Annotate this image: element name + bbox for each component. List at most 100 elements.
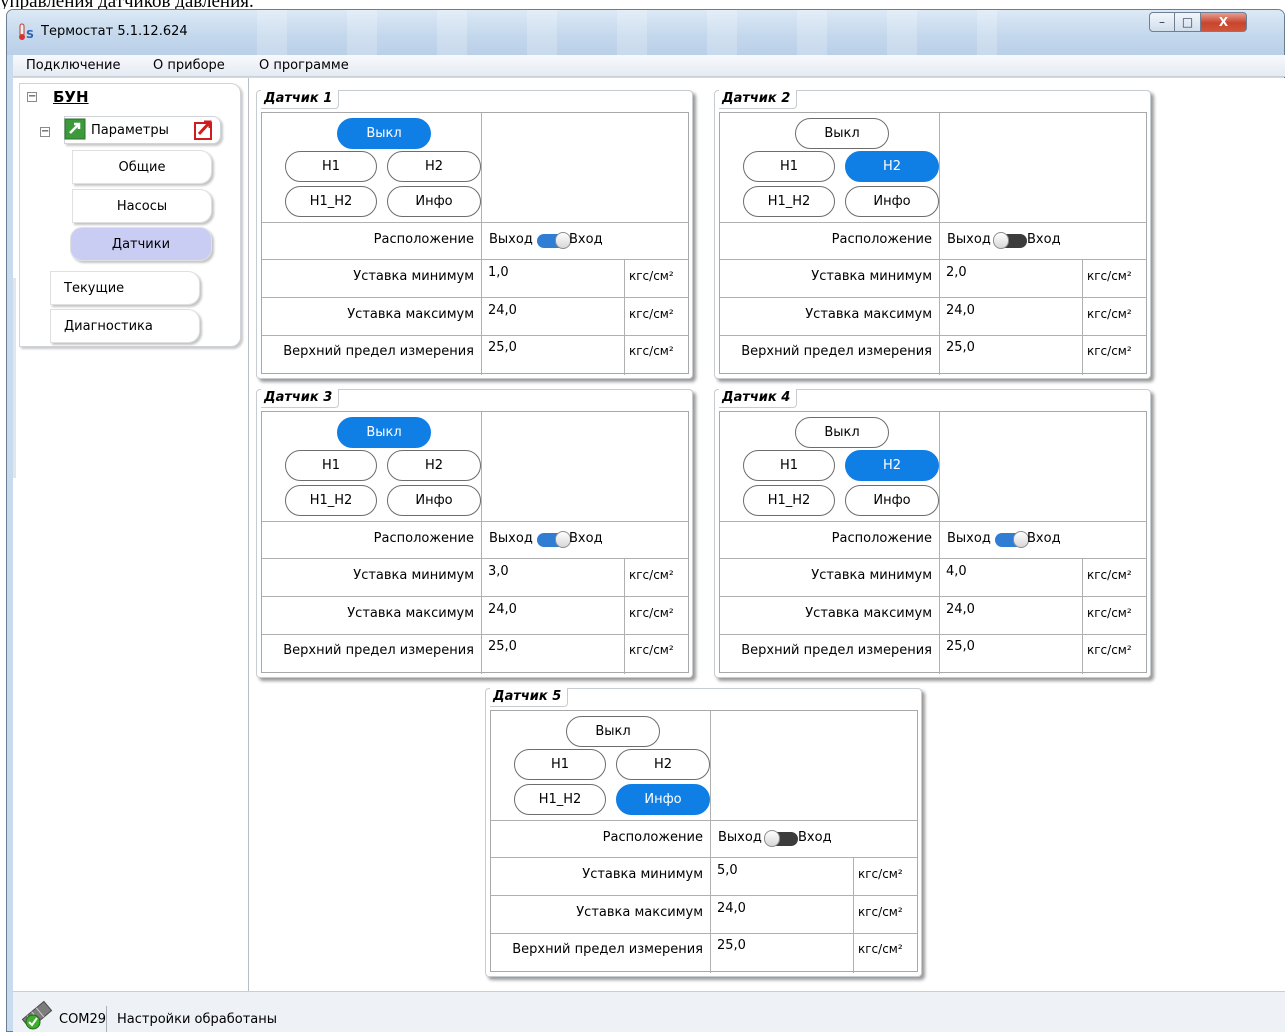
- upper-limit-label: Верхний предел измерения: [741, 643, 932, 658]
- assign-h2-button[interactable]: H2: [387, 151, 481, 182]
- sensor-title: Датчик 4: [719, 389, 798, 408]
- location-toggle[interactable]: [764, 830, 798, 847]
- set-min-label: Уставка минимум: [811, 568, 932, 583]
- assign-h1h2-button[interactable]: H1_H2: [743, 485, 835, 516]
- sensor-panel-5: Датчик 5НазначениеВыклH1H2H1_H2ИнфоРаспо…: [485, 688, 922, 977]
- assign-off-button[interactable]: Выкл: [337, 118, 431, 149]
- assign-h1-button[interactable]: H1: [514, 749, 606, 780]
- window-title: Термостат 5.1.12.624: [41, 24, 188, 39]
- connection-ok-icon: [21, 1000, 53, 1030]
- params-label[interactable]: Параметры: [91, 123, 169, 138]
- assign-h2-button[interactable]: H2: [845, 450, 939, 481]
- set-min-unit: кгс/см²: [1087, 568, 1132, 582]
- location-out-label: Выход: [718, 830, 762, 845]
- sidebar-edge: [13, 278, 16, 478]
- assign-off-button[interactable]: Выкл: [566, 716, 660, 747]
- nav-sensors[interactable]: Датчики: [70, 227, 212, 261]
- set-min-label: Уставка минимум: [353, 568, 474, 583]
- nav-general[interactable]: Общие: [72, 150, 212, 184]
- assign-h1h2-button[interactable]: H1_H2: [514, 784, 606, 815]
- set-min-input[interactable]: 2,0: [946, 265, 967, 280]
- maximize-button[interactable]: □: [1175, 12, 1201, 32]
- set-min-unit: кгс/см²: [629, 568, 674, 582]
- assign-h1h2-button[interactable]: H1_H2: [285, 186, 377, 217]
- menu-about[interactable]: О программе: [259, 58, 349, 73]
- set-min-input[interactable]: 1,0: [488, 265, 509, 280]
- toggle-knob: [764, 830, 780, 847]
- assign-off-button[interactable]: Выкл: [337, 417, 431, 448]
- row-divider: [720, 634, 1146, 635]
- location-toggle[interactable]: [537, 531, 571, 548]
- upper-limit-label: Верхний предел измерения: [741, 344, 932, 359]
- assign-off-button[interactable]: Выкл: [795, 118, 889, 149]
- nav-current[interactable]: Текущие: [50, 271, 200, 305]
- upper-limit-unit: кгс/см²: [629, 344, 674, 358]
- row-divider: [720, 222, 1146, 223]
- assign-info-button[interactable]: Инфо: [845, 186, 939, 217]
- assign-h1h2-button[interactable]: H1_H2: [743, 186, 835, 217]
- assign-h1-button[interactable]: H1: [285, 450, 377, 481]
- set-min-input[interactable]: 3,0: [488, 564, 509, 579]
- row-divider: [262, 335, 688, 336]
- row-divider: [720, 596, 1146, 597]
- row-divider: [262, 297, 688, 298]
- set-max-unit: кгс/см²: [629, 307, 674, 321]
- upper-limit-label: Верхний предел измерения: [283, 344, 474, 359]
- assign-info-button[interactable]: Инфо: [387, 485, 481, 516]
- assign-off-button[interactable]: Выкл: [795, 417, 889, 448]
- location-label: Расположение: [373, 232, 474, 247]
- upper-limit-input[interactable]: 25,0: [946, 639, 975, 654]
- sensor-title: Датчик 3: [261, 389, 340, 408]
- set-max-input[interactable]: 24,0: [488, 303, 517, 318]
- upper-limit-unit: кгс/см²: [1087, 643, 1132, 657]
- location-toggle[interactable]: [995, 531, 1029, 548]
- set-max-input[interactable]: 24,0: [946, 303, 975, 318]
- assign-h1-button[interactable]: H1: [743, 450, 835, 481]
- assign-h2-button[interactable]: H2: [387, 450, 481, 481]
- location-toggle[interactable]: [993, 232, 1027, 249]
- tree-root-label[interactable]: БУН: [53, 88, 89, 106]
- nav-diagnostics[interactable]: Диагностика: [50, 309, 200, 343]
- close-button[interactable]: X: [1201, 12, 1247, 32]
- upper-limit-input[interactable]: 25,0: [717, 938, 746, 953]
- set-min-input[interactable]: 5,0: [717, 863, 738, 878]
- assign-h2-button[interactable]: H2: [616, 749, 710, 780]
- row-divider: [491, 895, 917, 896]
- location-toggle[interactable]: [537, 232, 571, 249]
- set-max-unit: кгс/см²: [629, 606, 674, 620]
- row-divider: [491, 820, 917, 821]
- title-bar[interactable]: S Термостат 5.1.12.624 – □ X: [7, 10, 1284, 55]
- menu-connection[interactable]: Подключение: [26, 58, 120, 73]
- assign-h1h2-button[interactable]: H1_H2: [285, 485, 377, 516]
- document-caption: управления датчиков давления.: [0, 0, 800, 9]
- upper-limit-input[interactable]: 25,0: [488, 340, 517, 355]
- navigation-tree: − БУН − Параметры Общие Насосы Датчики Т…: [13, 78, 249, 991]
- collapse-root-icon[interactable]: −: [27, 92, 37, 102]
- assign-info-button[interactable]: Инфо: [616, 784, 710, 815]
- sensor-title: Датчик 1: [261, 90, 340, 109]
- row-divider: [262, 596, 688, 597]
- set-max-input[interactable]: 24,0: [946, 602, 975, 617]
- assign-info-button[interactable]: Инфо: [387, 186, 481, 217]
- upper-limit-input[interactable]: 25,0: [488, 639, 517, 654]
- set-min-unit: кгс/см²: [1087, 269, 1132, 283]
- set-min-input[interactable]: 4,0: [946, 564, 967, 579]
- minimize-button[interactable]: –: [1149, 12, 1175, 32]
- params-green-icon: [64, 118, 86, 140]
- nav-pumps[interactable]: Насосы: [72, 189, 212, 223]
- sensor-grid: НазначениеВыклH1H2H1_H2ИнфоРасположениеВ…: [490, 710, 918, 973]
- assign-h2-button[interactable]: H2: [845, 151, 939, 182]
- maximize-icon: □: [1181, 15, 1194, 29]
- upper-limit-input[interactable]: 25,0: [946, 340, 975, 355]
- set-max-unit: кгс/см²: [858, 905, 903, 919]
- assign-info-button[interactable]: Инфо: [845, 485, 939, 516]
- set-max-input[interactable]: 24,0: [717, 901, 746, 916]
- assign-h1-button[interactable]: H1: [743, 151, 835, 182]
- menu-device[interactable]: О приборе: [153, 58, 225, 73]
- collapse-params-icon[interactable]: −: [40, 127, 50, 137]
- write-settings-icon[interactable]: [194, 118, 216, 140]
- row-divider: [262, 259, 688, 260]
- thermostat-app-icon: S: [19, 23, 34, 41]
- assign-h1-button[interactable]: H1: [285, 151, 377, 182]
- set-max-input[interactable]: 24,0: [488, 602, 517, 617]
